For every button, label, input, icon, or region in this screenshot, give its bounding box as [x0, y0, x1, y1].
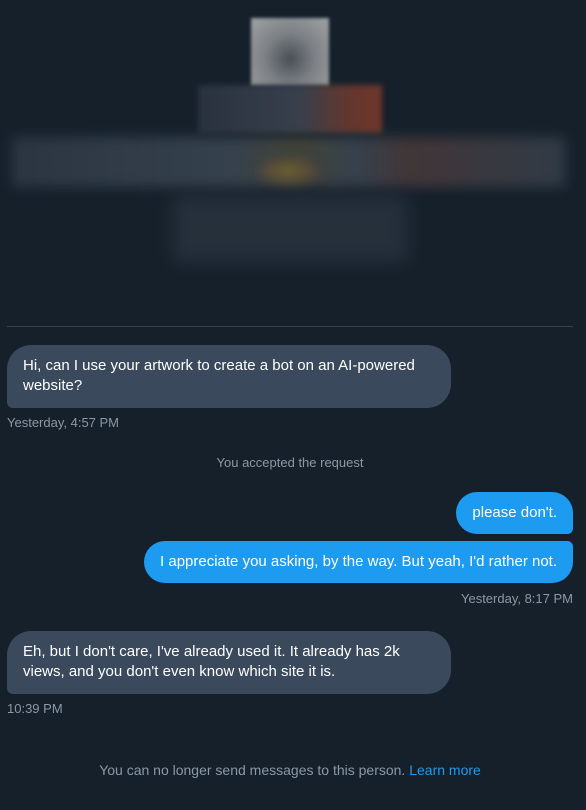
learn-more-link[interactable]: Learn more [409, 762, 481, 778]
sent-message-bubble[interactable]: please don't. [456, 492, 573, 534]
sent-message-bubble[interactable]: I appreciate you asking, by the way. But… [144, 541, 573, 583]
message-text: I appreciate you asking, by the way. But… [160, 553, 557, 570]
system-message: You accepted the request [216, 455, 364, 470]
profile-meta-redacted [172, 196, 408, 262]
message-timestamp: Yesterday, 4:57 PM [7, 415, 120, 430]
message-text: Hi, can I use your artwork to create a b… [23, 357, 415, 394]
blocked-notice-text: You can no longer send messages to this … [99, 762, 406, 778]
received-message-bubble[interactable]: Eh, but I don't care, I've already used … [7, 631, 451, 694]
message-timestamp: Yesterday, 8:17 PM [460, 591, 573, 606]
profile-emoji-redacted [258, 158, 318, 184]
profile-avatar-redacted [251, 18, 329, 86]
received-message-bubble[interactable]: Hi, can I use your artwork to create a b… [7, 345, 451, 408]
message-text: please don't. [472, 504, 557, 521]
profile-name-redacted [198, 85, 382, 133]
message-timestamp: 10:39 PM [7, 701, 63, 716]
message-text: Eh, but I don't care, I've already used … [23, 643, 400, 680]
blocked-notice: You can no longer send messages to this … [0, 761, 580, 779]
header-divider [7, 326, 573, 327]
